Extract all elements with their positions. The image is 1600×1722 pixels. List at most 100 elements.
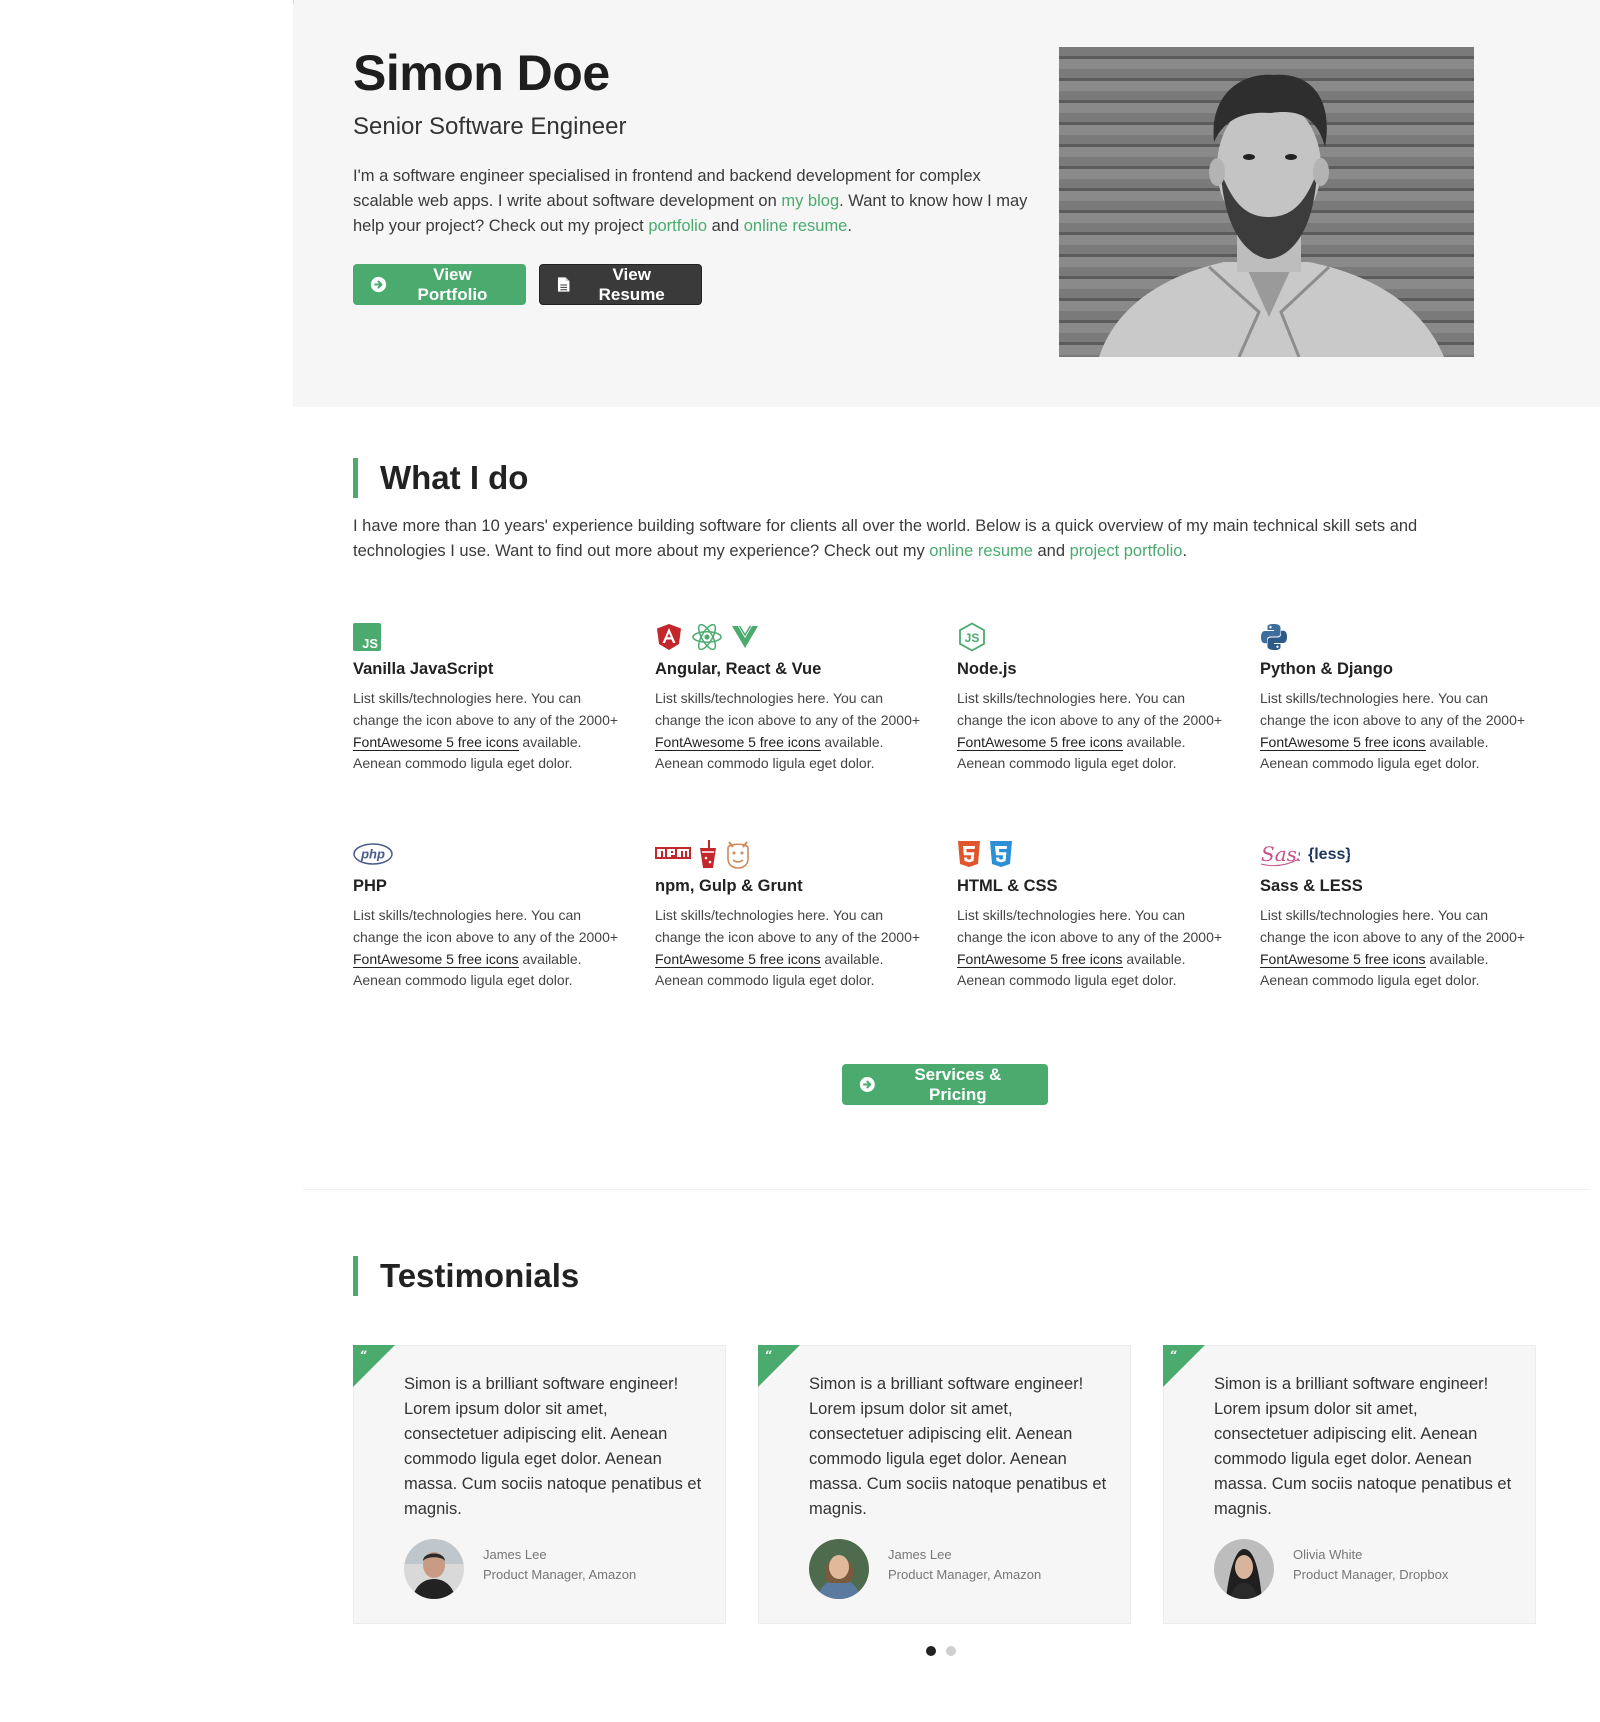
view-portfolio-button[interactable]: View Portfolio bbox=[353, 264, 526, 305]
svg-text:JS: JS bbox=[362, 636, 378, 651]
fontawesome-link[interactable]: FontAwesome 5 free icons bbox=[1260, 733, 1426, 751]
skill-item: JS Vanilla JavaScript List skills/techno… bbox=[353, 622, 623, 775]
avatar-image bbox=[809, 1539, 869, 1599]
intro-text-part: . bbox=[1182, 542, 1188, 560]
author-title: Product Manager, Amazon bbox=[888, 1567, 1042, 1582]
hero-section: Simon Doe Senior Software Engineer I'm a… bbox=[293, 0, 1600, 407]
skill-description: List skills/technologies here. You can c… bbox=[353, 688, 623, 775]
vue-icon bbox=[732, 625, 758, 648]
online-resume-link[interactable]: online resume bbox=[929, 542, 1033, 560]
js-icon: JS bbox=[353, 623, 381, 651]
services-pricing-button[interactable]: Services & Pricing bbox=[842, 1064, 1048, 1105]
skill-icons: Sass {less} bbox=[1260, 839, 1530, 869]
fontawesome-link[interactable]: FontAwesome 5 free icons bbox=[353, 950, 519, 968]
testimonials-heading: Testimonials bbox=[353, 1256, 579, 1296]
sass-icon: Sass bbox=[1260, 842, 1300, 867]
testimonial-card: “ Simon is a brilliant software engineer… bbox=[1163, 1345, 1536, 1624]
skill-description: List skills/technologies here. You can c… bbox=[957, 905, 1227, 992]
skill-icons: JS bbox=[353, 622, 623, 652]
intro-text-part: and bbox=[707, 217, 744, 235]
skill-item: HTML & CSS List skills/technologies here… bbox=[957, 839, 1227, 992]
skill-title: Python & Django bbox=[1260, 660, 1393, 678]
view-portfolio-label: View Portfolio bbox=[417, 264, 488, 304]
fontawesome-link[interactable]: FontAwesome 5 free icons bbox=[353, 733, 519, 751]
testimonial-card: “ Simon is a brilliant software engineer… bbox=[758, 1345, 1131, 1624]
gulp-icon bbox=[700, 840, 716, 868]
portfolio-link[interactable]: portfolio bbox=[648, 217, 707, 235]
what-i-do-heading: What I do bbox=[353, 458, 528, 498]
sidebar-edge bbox=[293, 0, 294, 4]
avatar bbox=[1214, 1539, 1274, 1599]
intro-text-part: I have more than 10 years' experience bu… bbox=[353, 517, 1418, 560]
skill-title: HTML & CSS bbox=[957, 877, 1058, 895]
job-title: Senior Software Engineer bbox=[353, 113, 627, 140]
skill-icons: php bbox=[353, 839, 623, 869]
skill-description: List skills/technologies here. You can c… bbox=[655, 905, 925, 992]
python-icon bbox=[1261, 624, 1287, 650]
svg-text:JS: JS bbox=[965, 631, 980, 645]
skill-icons bbox=[655, 839, 925, 869]
skill-title: Node.js bbox=[957, 660, 1017, 678]
skill-description-text: List skills/technologies here. You can c… bbox=[1260, 690, 1526, 728]
skill-description: List skills/technologies here. You can c… bbox=[353, 905, 623, 992]
view-resume-label: View Resume bbox=[598, 264, 665, 304]
view-resume-button[interactable]: View Resume bbox=[539, 264, 702, 305]
blog-link[interactable]: my blog bbox=[781, 192, 839, 210]
author-title: Product Manager, Amazon bbox=[483, 1567, 637, 1582]
skill-icons bbox=[1260, 622, 1530, 652]
skill-title: Sass & LESS bbox=[1260, 877, 1363, 895]
skill-description-text: List skills/technologies here. You can c… bbox=[353, 690, 619, 728]
fontawesome-link[interactable]: FontAwesome 5 free icons bbox=[957, 733, 1123, 751]
skill-description-text: List skills/technologies here. You can c… bbox=[957, 690, 1223, 728]
skill-title: PHP bbox=[353, 877, 387, 895]
avatar bbox=[809, 1539, 869, 1599]
skill-item: php PHP List skills/technologies here. Y… bbox=[353, 839, 623, 992]
npm-icon bbox=[655, 847, 691, 859]
fontawesome-link[interactable]: FontAwesome 5 free icons bbox=[655, 733, 821, 751]
intro-text-part: and bbox=[1032, 542, 1070, 560]
carousel-dots bbox=[926, 1646, 956, 1656]
testimonial-quote: Simon is a brilliant software engineer! … bbox=[809, 1375, 1107, 1518]
skill-description-text: List skills/technologies here. You can c… bbox=[957, 907, 1223, 945]
page-title: Simon Doe bbox=[353, 45, 610, 101]
fontawesome-link[interactable]: FontAwesome 5 free icons bbox=[655, 950, 821, 968]
profile-photo bbox=[1059, 47, 1474, 357]
skill-description-text: List skills/technologies here. You can c… bbox=[655, 690, 921, 728]
avatar bbox=[404, 1539, 464, 1599]
skill-icons bbox=[957, 839, 1227, 869]
skill-item: Angular, React & Vue List skills/technol… bbox=[655, 622, 925, 775]
intro-text: I'm a software engineer specialised in f… bbox=[353, 164, 1033, 239]
arrow-circle-right-icon bbox=[859, 1077, 875, 1092]
fontawesome-link[interactable]: FontAwesome 5 free icons bbox=[957, 950, 1123, 968]
quote-icon: “ bbox=[765, 1349, 773, 1364]
svg-text:php: php bbox=[360, 847, 385, 862]
less-icon: {less} bbox=[1308, 846, 1350, 863]
skill-icons: JS bbox=[957, 622, 1227, 652]
carousel-dot[interactable] bbox=[946, 1646, 956, 1656]
skill-item: Python & Django List skills/technologies… bbox=[1260, 622, 1530, 775]
skill-description: List skills/technologies here. You can c… bbox=[957, 688, 1227, 775]
testimonial-quote: Simon is a brilliant software engineer! … bbox=[1214, 1375, 1512, 1518]
project-portfolio-link[interactable]: project portfolio bbox=[1070, 542, 1183, 560]
skill-item: JS Node.js List skills/technologies here… bbox=[957, 622, 1227, 775]
skill-title: Vanilla JavaScript bbox=[353, 660, 494, 678]
avatar-image bbox=[1214, 1539, 1274, 1599]
skill-icons bbox=[655, 622, 925, 652]
portrait-image bbox=[1099, 74, 1444, 357]
skill-description: List skills/technologies here. You can c… bbox=[1260, 688, 1530, 775]
skill-description-text: List skills/technologies here. You can c… bbox=[655, 907, 921, 945]
quote-icon: “ bbox=[360, 1349, 368, 1364]
fontawesome-link[interactable]: FontAwesome 5 free icons bbox=[1260, 950, 1426, 968]
skill-description: List skills/technologies here. You can c… bbox=[655, 688, 925, 775]
nodejs-icon: JS bbox=[959, 622, 985, 652]
skill-description-text: List skills/technologies here. You can c… bbox=[1260, 907, 1526, 945]
react-icon bbox=[692, 623, 722, 651]
carousel-dot-active[interactable] bbox=[926, 1646, 936, 1656]
author-title: Product Manager, Dropbox bbox=[1293, 1567, 1449, 1582]
services-pricing-label: Services & Pricing bbox=[914, 1064, 1002, 1104]
section-divider bbox=[303, 1189, 1590, 1190]
quote-icon: “ bbox=[1170, 1349, 1178, 1364]
skill-description-text: List skills/technologies here. You can c… bbox=[353, 907, 619, 945]
skill-title: npm, Gulp & Grunt bbox=[655, 877, 803, 895]
resume-link[interactable]: online resume bbox=[744, 217, 848, 235]
